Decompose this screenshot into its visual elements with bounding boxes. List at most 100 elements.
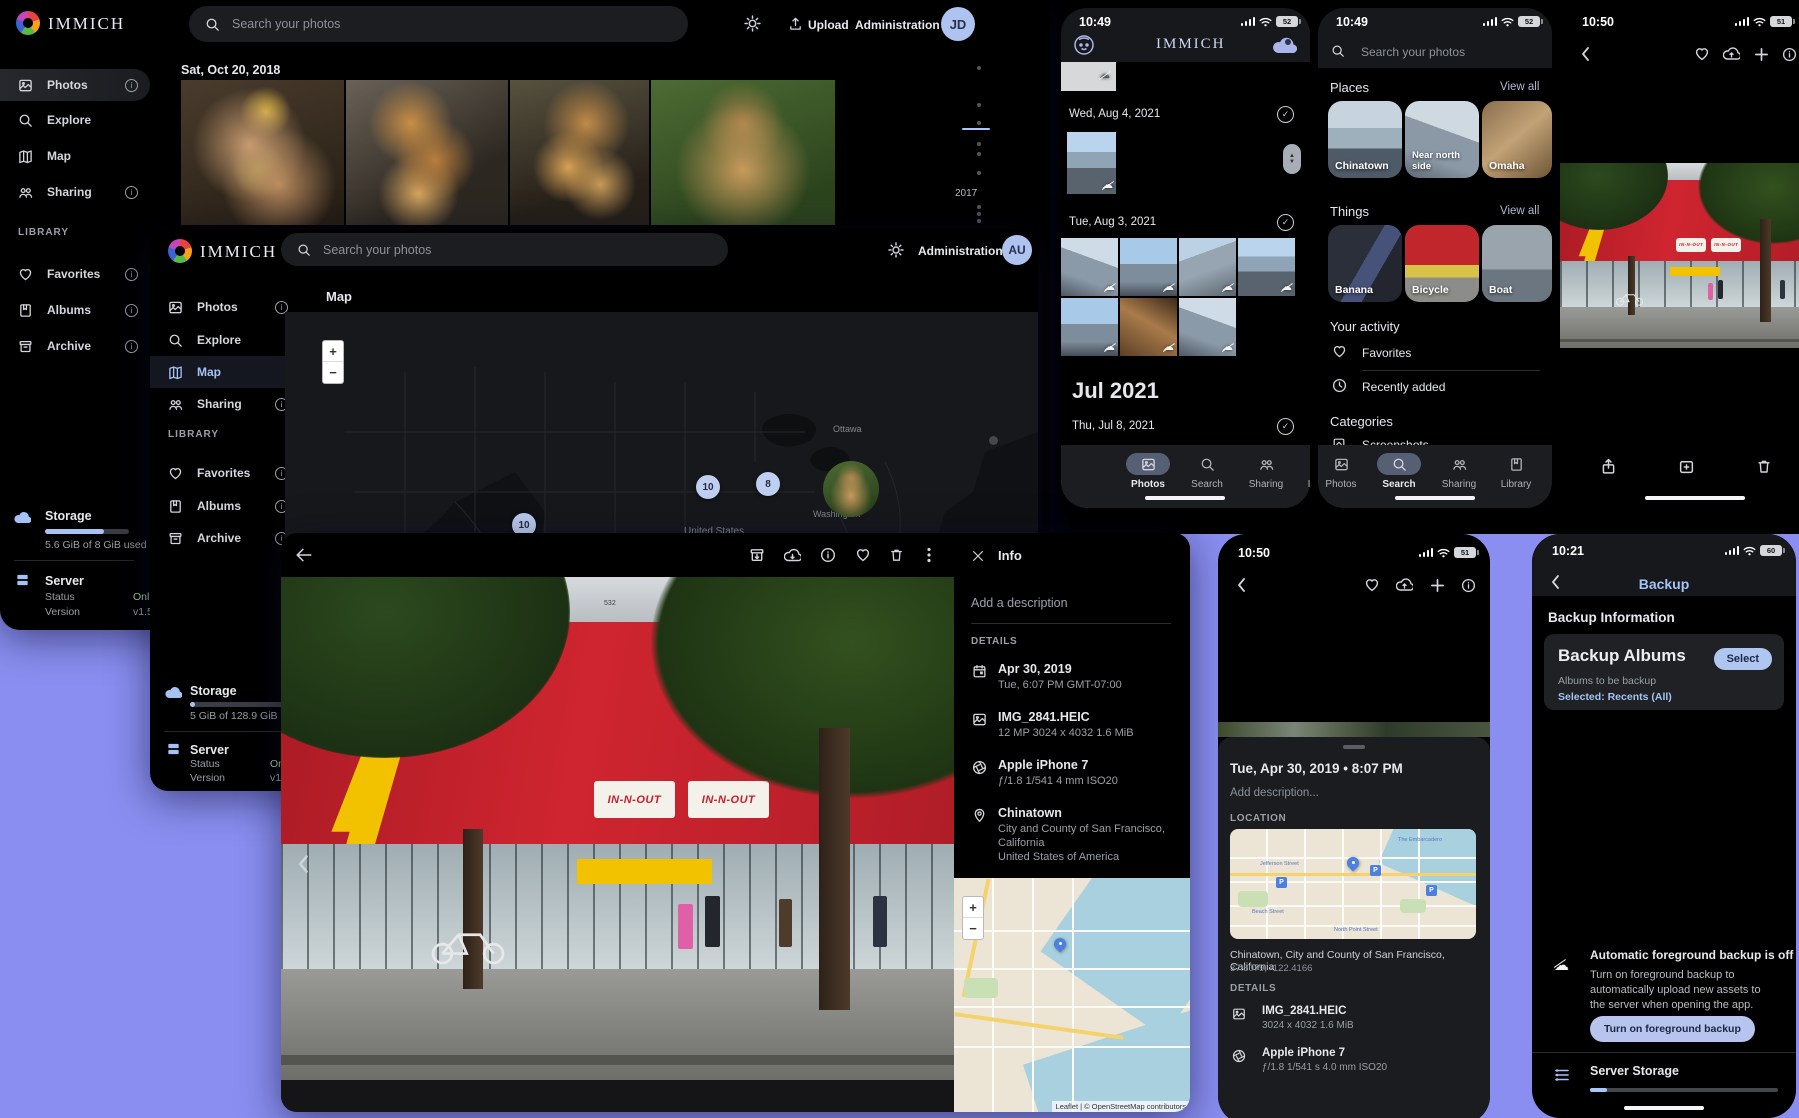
turn-on-foreground-backup-button[interactable]: Turn on foreground backup [1590, 1016, 1755, 1042]
add-description-field[interactable]: Add description... [1230, 787, 1319, 799]
photo-peek-strip[interactable] [1218, 722, 1490, 737]
tab-library[interactable]: Library [1488, 453, 1544, 490]
sidebar-item-photos[interactable]: Photosi [150, 291, 300, 323]
place-card[interactable]: Near north side [1405, 101, 1479, 178]
tab-library[interactable]: Library [1295, 453, 1310, 490]
photo-thumbnail[interactable]: ☁ [1120, 298, 1177, 356]
activity-recently-added[interactable]: Recently added [1318, 374, 1552, 400]
info-circle-icon[interactable]: i [125, 186, 138, 199]
info-icon[interactable] [1461, 578, 1476, 593]
add-description-field[interactable]: Add a description [971, 596, 1068, 610]
sidebar-item-map[interactable]: Map [0, 140, 150, 172]
profile-cloud-icon[interactable] [1273, 36, 1297, 54]
home-indicator[interactable] [1145, 496, 1225, 500]
back-chevron-icon[interactable] [1234, 577, 1250, 593]
sidebar-item-archive[interactable]: Archivei [0, 330, 150, 362]
info-icon[interactable] [820, 547, 836, 563]
zoom-out-button[interactable]: − [963, 918, 983, 939]
user-avatar[interactable]: JD [941, 7, 975, 41]
map-cluster-marker[interactable]: 10 [696, 475, 720, 499]
back-chevron-icon[interactable] [1578, 46, 1594, 62]
select-button[interactable]: Select [1714, 648, 1772, 670]
info-icon[interactable] [1782, 47, 1797, 62]
user-avatar[interactable]: AU [1002, 235, 1032, 265]
zoom-out-button[interactable]: − [323, 362, 343, 383]
search-input[interactable]: Search your photos [1361, 45, 1465, 59]
plus-icon[interactable] [1754, 47, 1769, 62]
sidebar-item-sharing[interactable]: Sharingi [150, 388, 300, 420]
theme-toggle-icon[interactable] [888, 242, 904, 258]
cloud-upload-icon[interactable] [1723, 47, 1740, 61]
photo-thumbnail[interactable]: ☁ [1179, 298, 1236, 356]
things-view-all[interactable]: View all [1500, 205, 1539, 217]
archive-add-icon[interactable] [1678, 458, 1695, 475]
menu-face-icon[interactable] [1073, 34, 1095, 56]
photo-thumbnail[interactable] [181, 80, 344, 225]
home-indicator[interactable] [1645, 496, 1745, 500]
sidebar-item-sharing[interactable]: Sharingi [0, 176, 150, 208]
heart-icon[interactable] [1364, 577, 1380, 593]
info-circle-icon[interactable]: i [125, 79, 138, 92]
activity-favorites[interactable]: Favorites [1318, 340, 1552, 366]
photo-thumbnail[interactable]: ☁ [1120, 238, 1177, 296]
place-card[interactable]: Omaha [1482, 101, 1552, 178]
theme-toggle-icon[interactable] [744, 15, 761, 32]
photo-thumbnail[interactable]: ☁ [1238, 238, 1295, 296]
location-map[interactable]: + − Leaflet | © OpenStreetMap contributo… [954, 878, 1190, 1112]
location-map[interactable]: The Embarcadero Jefferson Street Beach S… [1230, 829, 1476, 939]
tab-search[interactable]: Search [1371, 453, 1427, 490]
archive-icon[interactable] [749, 547, 765, 563]
zoom-in-button[interactable]: + [963, 897, 983, 918]
heart-icon[interactable] [1694, 46, 1710, 62]
tab-photos[interactable]: Photos [1318, 453, 1369, 490]
sheet-drag-handle[interactable] [1343, 745, 1365, 749]
info-circle-icon[interactable]: i [125, 304, 138, 317]
administration-button[interactable]: Administration [855, 18, 940, 32]
info-circle-icon[interactable]: i [125, 340, 138, 353]
close-icon[interactable] [971, 549, 985, 563]
thing-card[interactable]: Boat [1482, 225, 1552, 302]
photo-thumbnail[interactable] [346, 80, 508, 225]
trash-icon[interactable] [1756, 458, 1772, 475]
previous-photo-icon[interactable] [294, 854, 314, 874]
photo-thumbnail[interactable]: ☁ [1061, 238, 1118, 296]
back-arrow-icon[interactable] [295, 546, 313, 564]
thing-card[interactable]: Bicycle [1405, 225, 1479, 302]
photo-thumbnail[interactable] [651, 80, 835, 225]
home-indicator[interactable] [1624, 1106, 1704, 1110]
sidebar-item-albums[interactable]: Albumsi [0, 294, 150, 326]
tab-sharing[interactable]: Sharing [1431, 453, 1487, 490]
upload-button[interactable]: Upload [808, 18, 849, 32]
info-circle-icon[interactable]: i [125, 268, 138, 281]
sidebar-item-photos[interactable]: Photosi [0, 69, 150, 101]
administration-button[interactable]: Administration [918, 244, 1003, 258]
zoom-in-button[interactable]: + [323, 341, 343, 362]
sidebar-item-explore[interactable]: Explore [150, 324, 300, 356]
cloud-upload-icon[interactable] [1396, 578, 1413, 592]
sidebar-item-explore[interactable]: Explore [0, 104, 150, 136]
heart-icon[interactable] [855, 547, 871, 563]
home-indicator[interactable] [1395, 496, 1475, 500]
photo-thumbnail[interactable]: ☁ [1179, 238, 1236, 296]
trash-icon[interactable] [889, 547, 904, 563]
sidebar-item-archive[interactable]: Archivei [150, 522, 300, 554]
sidebar-item-favorites[interactable]: Favoritesi [150, 457, 300, 489]
places-view-all[interactable]: View all [1500, 81, 1539, 93]
photo-viewer[interactable]: 532 IN-N-OUT IN-N-OUT [281, 577, 954, 1080]
map-cluster-marker[interactable]: 8 [756, 472, 780, 496]
photo-viewer[interactable]: IN-N-OUT IN-N-OUT [1560, 163, 1799, 348]
plus-icon[interactable] [1430, 578, 1445, 593]
sidebar-item-albums[interactable]: Albumsi [150, 490, 300, 522]
place-card[interactable]: Chinatown [1328, 101, 1402, 178]
tab-search[interactable]: Search [1179, 453, 1235, 490]
search-input[interactable] [230, 16, 604, 32]
tab-sharing[interactable]: Sharing [1238, 453, 1294, 490]
cloud-download-icon[interactable] [784, 548, 801, 563]
pending-thumbnail[interactable]: ☁ [1061, 62, 1116, 91]
sidebar-item-map-active[interactable]: Map [150, 356, 300, 388]
timeline-scrub-indicator[interactable] [962, 128, 990, 130]
select-group-checkbox[interactable]: ✓ [1277, 418, 1294, 435]
map-photo-marker[interactable] [823, 461, 879, 517]
photo-thumbnail[interactable] [510, 80, 649, 225]
share-icon[interactable] [1600, 458, 1617, 475]
